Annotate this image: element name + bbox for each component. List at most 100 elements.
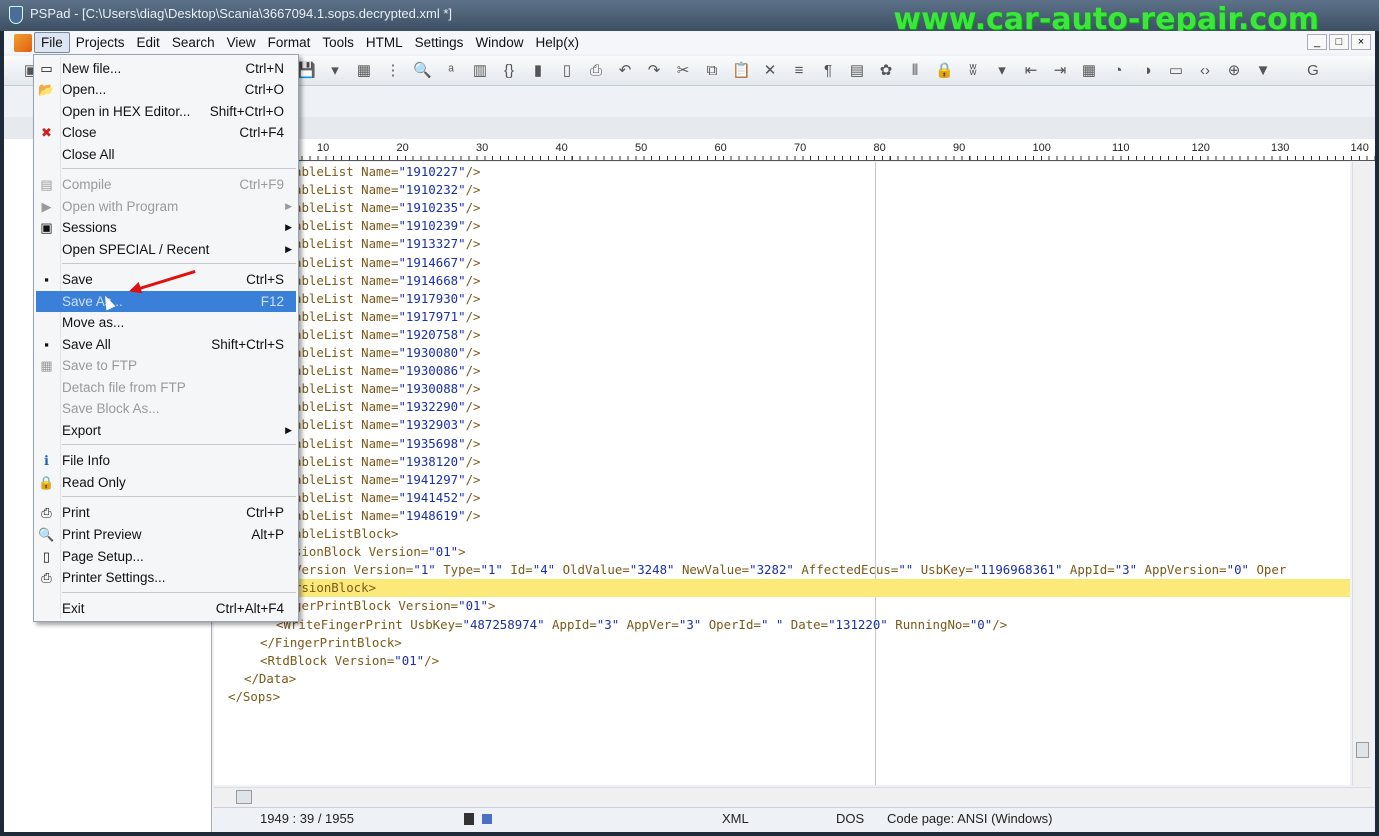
- menu-search[interactable]: Search: [166, 33, 221, 52]
- menu-item-exit[interactable]: Exit Ctrl+Alt+F4: [36, 598, 296, 619]
- toolbar-icon-17[interactable]: 📋: [732, 62, 751, 80]
- menu-item-shortcut: F12: [260, 294, 284, 309]
- minimize-button[interactable]: _: [1307, 34, 1327, 50]
- toolbar-icon-23[interactable]: ⫴: [906, 62, 924, 80]
- menu-item-open-special-recent[interactable]: Open SPECIAL / Recent ▶: [36, 239, 296, 260]
- toolbar-icon-33[interactable]: ‹›: [1196, 62, 1214, 80]
- toolbar-icon-36[interactable]: G: [1304, 62, 1322, 80]
- toolbar-icon-18[interactable]: ✕: [761, 62, 779, 80]
- menu-html[interactable]: HTML: [360, 33, 409, 52]
- compile-icon: ▤: [40, 177, 53, 192]
- vertical-scroll-thumb[interactable]: [1356, 742, 1369, 758]
- sessions-icon: ▣: [40, 220, 53, 235]
- xml-token: AffectedEcus=: [793, 562, 899, 578]
- code-line: ableList Name="1914668"/>: [214, 272, 1350, 290]
- toolbar-icon-32[interactable]: ▭: [1167, 62, 1185, 80]
- toolbar-icon-9[interactable]: {}: [500, 62, 518, 80]
- menu-item-print-preview[interactable]: 🔍 Print Preview Alt+P: [36, 524, 296, 545]
- menu-item-close-all[interactable]: Close All: [36, 144, 296, 165]
- menu-item-open[interactable]: 📂 Open... Ctrl+O: [36, 79, 296, 100]
- menu-item-file-info[interactable]: ℹ File Info: [36, 450, 296, 471]
- toolbar-icon-25[interactable]: ʬ: [964, 62, 982, 80]
- toolbar-icon-34[interactable]: ⊕: [1225, 62, 1243, 80]
- xml-token: >: [487, 598, 496, 614]
- menu-item-page-setup[interactable]: ▯ Page Setup...: [36, 546, 296, 567]
- menu-item-sessions[interactable]: ▣ Sessions ▶: [36, 217, 296, 238]
- xml-token: ableList Name=: [294, 182, 399, 198]
- horizontal-scrollbar[interactable]: [214, 787, 1371, 805]
- toolbar-icon-35[interactable]: ▼: [1254, 62, 1272, 80]
- toolbar-icon-12[interactable]: ⎙: [587, 62, 605, 80]
- toolbar-icon-24[interactable]: 🔒: [935, 62, 954, 80]
- restore-button[interactable]: □: [1329, 34, 1349, 50]
- save-all-icon: ▪: [44, 337, 49, 352]
- attribute-value: "1910227": [398, 164, 466, 179]
- toolbar-icon-22[interactable]: ✿: [877, 62, 895, 80]
- menu-item-close[interactable]: ✖ Close Ctrl+F4: [36, 122, 296, 143]
- toolbar-icon-5[interactable]: ⋮: [384, 62, 402, 80]
- menu-item-print[interactable]: ⎙ Print Ctrl+P: [36, 502, 296, 523]
- menu-file[interactable]: File: [34, 32, 70, 53]
- menu-separator: [62, 444, 296, 445]
- menu-edit[interactable]: Edit: [131, 33, 166, 52]
- xml-token: />: [465, 363, 481, 379]
- code-page[interactable]: Code page: ANSI (Windows): [887, 811, 1052, 826]
- toolbar-icon-26[interactable]: ▾: [993, 62, 1011, 80]
- vertical-scrollbar[interactable]: [1352, 162, 1371, 785]
- menu-helpx[interactable]: Help(x): [529, 33, 585, 52]
- toolbar-icon-8[interactable]: ▥: [471, 62, 489, 80]
- menu-item-save-as[interactable]: Save As... F12: [36, 291, 296, 312]
- menu-item-move-as[interactable]: Move as...: [36, 312, 296, 333]
- code-line: ableList Name="1941452"/>: [214, 489, 1350, 507]
- menu-item-open-in-hex-editor[interactable]: Open in HEX Editor... Shift+Ctrl+O: [36, 101, 296, 122]
- menu-item-compile: ▤ Compile Ctrl+F9: [36, 174, 296, 195]
- toolbar-icon-28[interactable]: ⇥: [1051, 62, 1069, 80]
- attribute-value: "1914668": [398, 272, 466, 288]
- menu-item-printer-settings[interactable]: ⎙ Printer Settings...: [36, 567, 296, 588]
- horizontal-scroll-thumb[interactable]: [236, 790, 252, 804]
- toolbar-icon-2[interactable]: 💾: [297, 62, 316, 80]
- code-line-text: </FingerPrintBlock>: [260, 635, 402, 650]
- code-editor[interactable]: ableList Name= "1910227" /> ableList Name="…: [214, 162, 1350, 785]
- code-line-text: ableList Name="1910239"/>: [294, 218, 481, 233]
- menu-item-read-only[interactable]: 🔒 Read Only: [36, 472, 296, 493]
- menu-item-save-all[interactable]: ▪ Save All Shift+Ctrl+S: [36, 334, 296, 355]
- attribute-value: "1941297": [398, 471, 466, 487]
- menu-view[interactable]: View: [221, 33, 262, 52]
- menu-projects[interactable]: Projects: [70, 33, 131, 52]
- toolbar-icon-21[interactable]: ▤: [848, 62, 866, 80]
- toolbar-icon-11[interactable]: ▯: [558, 62, 576, 80]
- toolbar-icon-7[interactable]: ᵃ: [442, 62, 460, 80]
- code-line-text: ableList Name="1932903"/>: [294, 417, 481, 432]
- line-endings[interactable]: DOS: [836, 811, 864, 826]
- code-line: rsionBlock>: [214, 579, 1350, 598]
- toolbar-icon-10[interactable]: ▮: [529, 62, 547, 80]
- submenu-arrow-icon: ▶: [285, 201, 292, 211]
- toolbar-icon-15[interactable]: ✂: [674, 62, 692, 80]
- menu-item-export[interactable]: Export ▶: [36, 420, 296, 441]
- toolbar-icon-16[interactable]: ⧉: [703, 62, 721, 80]
- menu-window[interactable]: Window: [469, 33, 529, 52]
- toolbar-icon-13[interactable]: ↶: [616, 62, 634, 80]
- menu-item-new-file[interactable]: ▭ New file... Ctrl+N: [36, 58, 296, 79]
- toolbar-icon-14[interactable]: ↷: [645, 62, 663, 80]
- toolbar-icon-19[interactable]: ≡: [790, 62, 808, 80]
- toolbar-icon-6[interactable]: 🔍: [413, 62, 432, 80]
- code-line: ableList Name="1932903"/>: [214, 416, 1350, 434]
- close-window-button[interactable]: ×: [1351, 34, 1371, 50]
- toolbar-icon-31[interactable]: ◑: [1138, 62, 1156, 80]
- syntax-mode[interactable]: XML: [722, 811, 749, 826]
- toolbar-icon-4[interactable]: ▦: [355, 62, 373, 80]
- toolbar-icon-30[interactable]: ◔: [1109, 62, 1127, 80]
- toolbar-icon-3[interactable]: ▾: [326, 62, 344, 80]
- toolbar-icon-29[interactable]: ▦: [1080, 62, 1098, 80]
- toolbar-icon-27[interactable]: ⇤: [1022, 62, 1040, 80]
- code-line: </Sops>: [214, 688, 1350, 706]
- menu-format[interactable]: Format: [262, 33, 317, 52]
- menu-tools[interactable]: Tools: [316, 33, 360, 52]
- code-line-text: ableList Name="1910232"/>: [294, 182, 481, 197]
- menu-settings[interactable]: Settings: [409, 33, 470, 52]
- toolbar-icon-20[interactable]: ¶: [819, 62, 837, 80]
- code-line-text: ableList Name="1914667"/>: [294, 255, 481, 270]
- code-line-text: </Data>: [244, 671, 296, 686]
